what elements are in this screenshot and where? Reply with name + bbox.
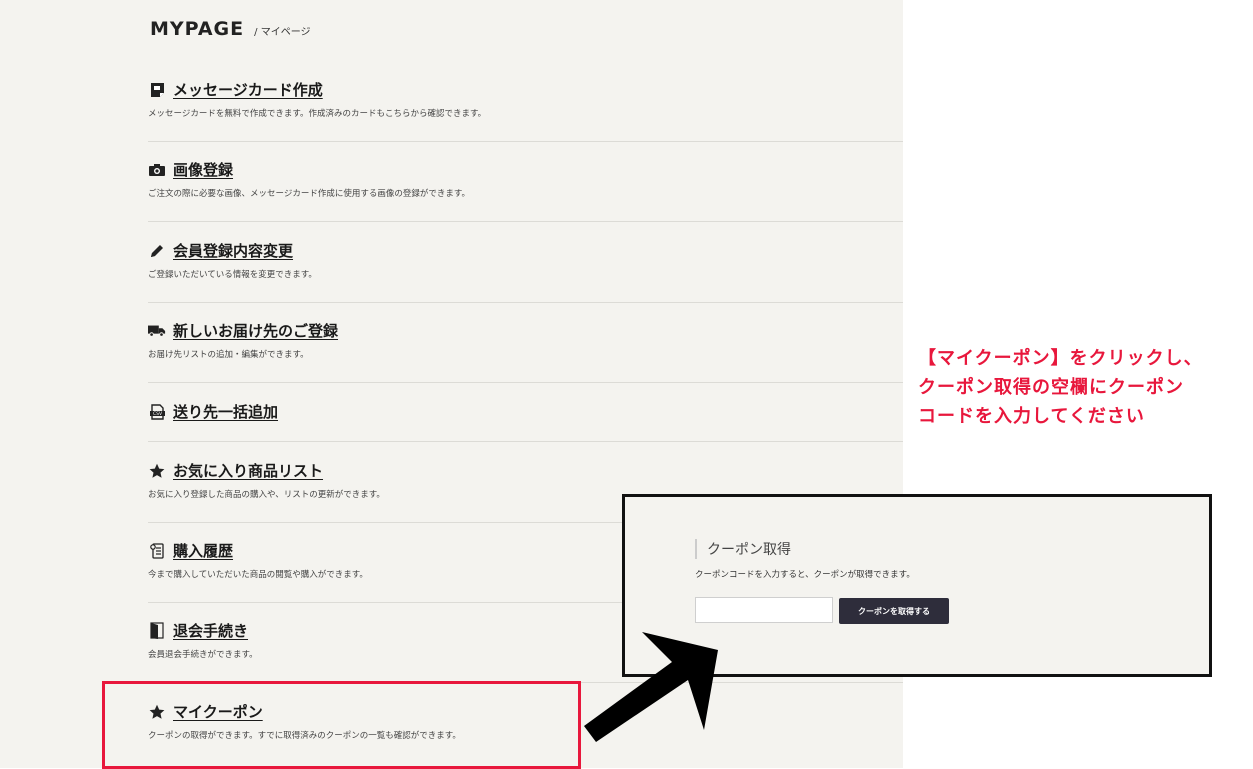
divider <box>148 302 903 303</box>
page-header: MYPAGE / マイページ <box>150 18 311 40</box>
instruction-annotation: 【マイクーポン】をクリックし、 クーポン取得の空欄にクーポン コードを入力してく… <box>918 344 1248 431</box>
annotation-line: 【マイクーポン】をクリックし、 <box>918 348 1203 369</box>
menu-item-message-card[interactable]: メッセージカード作成 メッセージカードを無料で作成できます。作成済みのカードもこ… <box>148 79 903 119</box>
highlight-box <box>102 681 581 769</box>
divider <box>148 382 903 383</box>
menu-item-image-register[interactable]: 画像登録 ご注文の際に必要な画像、メッセージカード作成に使用する画像の登録ができ… <box>148 159 903 199</box>
menu-label[interactable]: 退会手続き <box>173 620 248 641</box>
pencil-icon <box>148 242 166 260</box>
svg-text:CSV: CSV <box>152 411 162 417</box>
menu-label[interactable]: 購入履歴 <box>173 540 233 561</box>
menu-description: メッセージカードを無料で作成できます。作成済みのカードもこちらから確認できます。 <box>148 109 487 119</box>
page-subtitle: / マイページ <box>254 27 311 38</box>
coupon-description: クーポンコードを入力すると、クーポンが取得できます。 <box>695 570 915 580</box>
divider <box>148 221 903 222</box>
receipt-icon <box>148 542 166 560</box>
menu-item-member-edit[interactable]: 会員登録内容変更 ご登録いただいている情報を変更できます。 <box>148 240 903 280</box>
menu-description: ご登録いただいている情報を変更できます。 <box>148 270 317 280</box>
menu-label[interactable]: 会員登録内容変更 <box>173 240 293 261</box>
coupon-title: クーポン取得 <box>695 539 791 559</box>
camera-icon <box>148 161 166 179</box>
menu-label[interactable]: メッセージカード作成 <box>173 79 323 100</box>
menu-description: お届け先リストの追加・編集ができます。 <box>148 350 309 360</box>
menu-item-bulk-address[interactable]: CSV 送り先一括追加 <box>148 401 903 422</box>
arrow-icon <box>584 632 718 742</box>
page-title: MYPAGE <box>150 18 245 40</box>
menu-label[interactable]: 画像登録 <box>173 159 233 180</box>
door-icon <box>148 622 166 640</box>
annotation-line: コードを入力してください <box>918 406 1145 427</box>
annotation-line: クーポン取得の空欄にクーポン <box>918 377 1184 398</box>
divider <box>148 141 903 142</box>
menu-label[interactable]: 送り先一括追加 <box>173 401 278 422</box>
menu-item-new-address[interactable]: 新しいお届け先のご登録 お届け先リストの追加・編集ができます。 <box>148 320 903 360</box>
menu-description: ご注文の際に必要な画像、メッセージカード作成に使用する画像の登録ができます。 <box>148 189 470 199</box>
menu-label[interactable]: お気に入り商品リスト <box>173 460 323 481</box>
csv-file-icon: CSV <box>148 403 166 421</box>
message-card-icon <box>148 81 166 99</box>
divider <box>148 441 903 442</box>
truck-icon <box>148 322 166 340</box>
star-icon <box>148 462 166 480</box>
get-coupon-button[interactable]: クーポンを取得する <box>839 598 949 624</box>
menu-label[interactable]: 新しいお届け先のご登録 <box>173 320 338 341</box>
